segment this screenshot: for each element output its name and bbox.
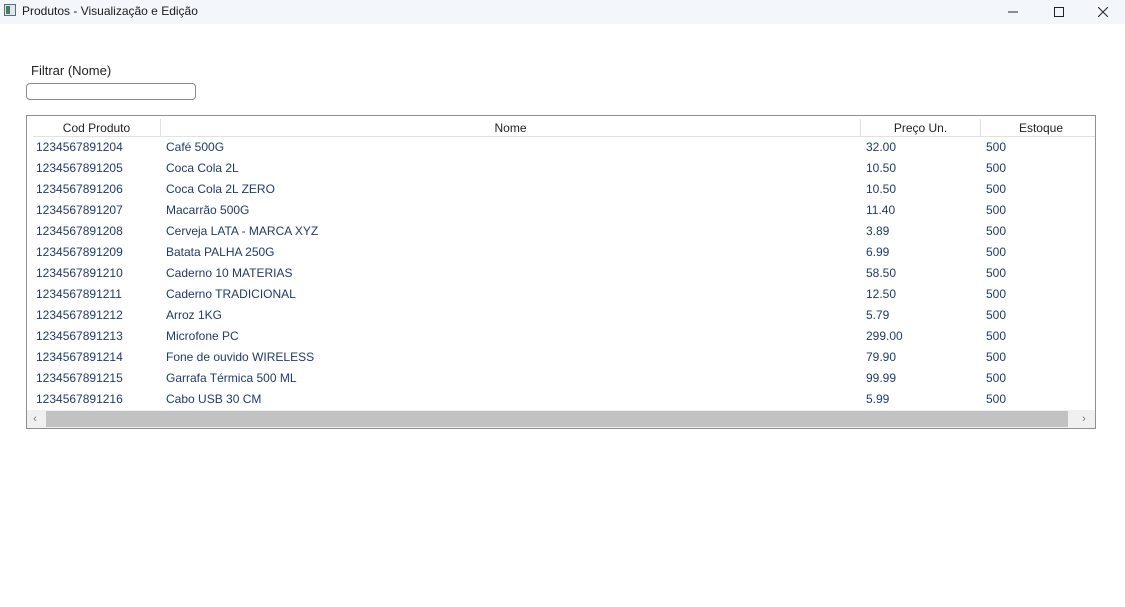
maximize-button[interactable] xyxy=(1036,0,1082,24)
cell-nome[interactable]: Garrafa Térmica 500 ML xyxy=(166,368,856,389)
column-header-preco[interactable]: Preço Un. xyxy=(861,119,981,137)
cell-cod-produto[interactable]: 1234567891215 xyxy=(36,368,156,389)
minimize-icon xyxy=(1008,11,1018,13)
table-row[interactable]: 1234567891210 Caderno 10 MATERIAS 58.50 … xyxy=(27,263,1095,284)
cell-estoque[interactable]: 500 xyxy=(986,326,1086,347)
cell-cod-produto[interactable]: 1234567891211 xyxy=(36,284,156,305)
cell-nome[interactable]: Cabo USB 30 CM xyxy=(166,389,856,410)
cell-nome[interactable]: Café 500G xyxy=(166,137,856,158)
table-row[interactable]: 1234567891216 Cabo USB 30 CM 5.99 500 xyxy=(27,389,1095,410)
cell-estoque[interactable]: 500 xyxy=(986,242,1086,263)
cell-estoque[interactable]: 500 xyxy=(986,389,1086,410)
cell-cod-produto[interactable]: 1234567891213 xyxy=(36,326,156,347)
cell-preco[interactable]: 299.00 xyxy=(866,326,976,347)
close-icon xyxy=(1098,7,1108,17)
maximize-icon xyxy=(1054,7,1064,17)
table-row[interactable]: 1234567891206 Coca Cola 2L ZERO 10.50 50… xyxy=(27,179,1095,200)
cell-estoque[interactable]: 500 xyxy=(986,305,1086,326)
minimize-button[interactable] xyxy=(990,0,1036,24)
cell-cod-produto[interactable]: 1234567891205 xyxy=(36,158,156,179)
cell-preco[interactable]: 6.99 xyxy=(866,242,976,263)
cell-estoque[interactable]: 500 xyxy=(986,200,1086,221)
cell-estoque[interactable]: 500 xyxy=(986,221,1086,242)
cell-cod-produto[interactable]: 1234567891207 xyxy=(36,200,156,221)
table-row[interactable]: 1234567891213 Microfone PC 299.00 500 xyxy=(27,326,1095,347)
cell-nome[interactable]: Macarrão 500G xyxy=(166,200,856,221)
app-icon xyxy=(4,4,16,16)
table-row[interactable]: 1234567891215 Garrafa Térmica 500 ML 99.… xyxy=(27,368,1095,389)
cell-cod-produto[interactable]: 1234567891212 xyxy=(36,305,156,326)
cell-preco[interactable]: 11.40 xyxy=(866,200,976,221)
cell-cod-produto[interactable]: 1234567891210 xyxy=(36,263,156,284)
cell-cod-produto[interactable]: 1234567891206 xyxy=(36,179,156,200)
cell-cod-produto[interactable]: 1234567891208 xyxy=(36,221,156,242)
close-button[interactable] xyxy=(1080,0,1125,24)
cell-preco[interactable]: 3.89 xyxy=(866,221,976,242)
table-row[interactable]: 1234567891212 Arroz 1KG 5.79 500 xyxy=(27,305,1095,326)
cell-preco[interactable]: 5.99 xyxy=(866,389,976,410)
window-title: Produtos - Visualização e Edição xyxy=(22,4,198,18)
table-row[interactable]: 1234567891211 Caderno TRADICIONAL 12.50 … xyxy=(27,284,1095,305)
table-row[interactable]: 1234567891214 Fone de ouvido WIRELESS 79… xyxy=(27,347,1095,368)
cell-preco[interactable]: 32.00 xyxy=(866,137,976,158)
cell-nome[interactable]: Batata PALHA 250G xyxy=(166,242,856,263)
filter-input[interactable] xyxy=(26,83,196,100)
grid-header: Cod Produto Nome Preço Un. Estoque xyxy=(33,119,1095,137)
cell-nome[interactable]: Microfone PC xyxy=(166,326,856,347)
cell-nome[interactable]: Cerveja LATA - MARCA XYZ xyxy=(166,221,856,242)
cell-nome[interactable]: Coca Cola 2L ZERO xyxy=(166,179,856,200)
horizontal-scrollbar[interactable]: ‹ › xyxy=(27,410,1095,428)
table-row[interactable]: 1234567891208 Cerveja LATA - MARCA XYZ 3… xyxy=(27,221,1095,242)
cell-estoque[interactable]: 500 xyxy=(986,137,1086,158)
products-grid[interactable]: Cod Produto Nome Preço Un. Estoque 12345… xyxy=(26,115,1096,429)
cell-estoque[interactable]: 500 xyxy=(986,368,1086,389)
grid-rows: 1234567891204 Café 500G 32.00 500 123456… xyxy=(27,137,1095,410)
column-header-nome[interactable]: Nome xyxy=(161,119,861,137)
column-header-cod-produto[interactable]: Cod Produto xyxy=(33,119,161,137)
cell-preco[interactable]: 5.79 xyxy=(866,305,976,326)
cell-preco[interactable]: 10.50 xyxy=(866,179,976,200)
cell-cod-produto[interactable]: 1234567891204 xyxy=(36,137,156,158)
cell-nome[interactable]: Caderno 10 MATERIAS xyxy=(166,263,856,284)
cell-cod-produto[interactable]: 1234567891214 xyxy=(36,347,156,368)
cell-preco[interactable]: 79.90 xyxy=(866,347,976,368)
scroll-left-icon[interactable]: ‹ xyxy=(30,414,40,425)
cell-estoque[interactable]: 500 xyxy=(986,179,1086,200)
filter-label: Filtrar (Nome) xyxy=(31,63,112,78)
cell-preco[interactable]: 99.99 xyxy=(866,368,976,389)
cell-preco[interactable]: 58.50 xyxy=(866,263,976,284)
table-row[interactable]: 1234567891207 Macarrão 500G 11.40 500 xyxy=(27,200,1095,221)
cell-estoque[interactable]: 500 xyxy=(986,347,1086,368)
cell-preco[interactable]: 10.50 xyxy=(866,158,976,179)
scroll-thumb[interactable] xyxy=(46,411,1068,427)
title-bar[interactable]: Produtos - Visualização e Edição xyxy=(0,0,1125,24)
table-row[interactable]: 1234567891204 Café 500G 32.00 500 xyxy=(27,137,1095,158)
cell-nome[interactable]: Coca Cola 2L xyxy=(166,158,856,179)
cell-cod-produto[interactable]: 1234567891209 xyxy=(36,242,156,263)
scroll-right-icon[interactable]: › xyxy=(1079,414,1089,425)
cell-estoque[interactable]: 500 xyxy=(986,284,1086,305)
cell-nome[interactable]: Caderno TRADICIONAL xyxy=(166,284,856,305)
table-row[interactable]: 1234567891205 Coca Cola 2L 10.50 500 xyxy=(27,158,1095,179)
cell-nome[interactable]: Arroz 1KG xyxy=(166,305,856,326)
cell-cod-produto[interactable]: 1234567891216 xyxy=(36,389,156,410)
cell-estoque[interactable]: 500 xyxy=(986,158,1086,179)
cell-estoque[interactable]: 500 xyxy=(986,263,1086,284)
cell-nome[interactable]: Fone de ouvido WIRELESS xyxy=(166,347,856,368)
table-row[interactable]: 1234567891209 Batata PALHA 250G 6.99 500 xyxy=(27,242,1095,263)
column-header-estoque[interactable]: Estoque xyxy=(981,119,1095,137)
cell-preco[interactable]: 12.50 xyxy=(866,284,976,305)
